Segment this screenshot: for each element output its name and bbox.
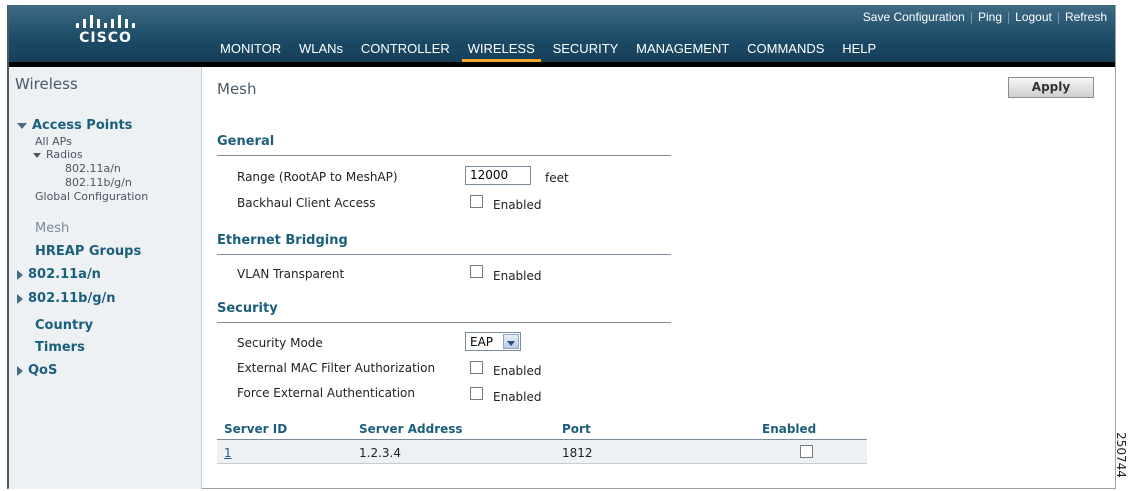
collapse-triangle-icon	[17, 293, 23, 304]
security-mode-select[interactable]: EAP	[465, 332, 521, 351]
server-id-link[interactable]: 1	[224, 446, 232, 460]
figure-id: 250744	[1113, 432, 1128, 478]
tab-management[interactable]: MANAGEMENT	[630, 38, 735, 62]
backhaul-client-access-checkbox[interactable]	[470, 195, 483, 208]
sidebar-item-radio-bg[interactable]: 802.11b/g/n	[65, 176, 132, 189]
sidebar-item-radio-a[interactable]: 802.11a/n	[65, 162, 121, 175]
tab-help[interactable]: HELP	[836, 38, 882, 62]
force-external-auth-label: Force External Authentication	[237, 386, 415, 400]
security-mode-label: Security Mode	[237, 336, 323, 350]
section-ethernet-bridging-title: Ethernet Bridging	[217, 233, 671, 255]
sidebar-item-qos[interactable]: QoS	[17, 363, 57, 378]
collapse-triangle-icon	[17, 269, 23, 280]
vlan-transparent-checkbox[interactable]	[470, 265, 483, 278]
utility-links: Save Configuration | Ping | Logout | Refresh	[862, 10, 1107, 24]
column-header-server-id: Server ID	[224, 422, 288, 436]
collapse-triangle-icon	[17, 365, 23, 376]
tab-wireless[interactable]: WIRELESS	[461, 38, 541, 62]
chevron-down-icon	[503, 334, 519, 349]
force-enabled-label: Enabled	[493, 390, 542, 404]
sidebar-item-80211bgn[interactable]: 802.11b/g/n	[17, 291, 116, 306]
apply-button[interactable]: Apply	[1008, 77, 1094, 98]
external-mac-filter-label: External MAC Filter Authorization	[237, 361, 436, 375]
sidebar-item-radios[interactable]: Radios	[33, 148, 83, 161]
tab-commands[interactable]: COMMANDS	[741, 38, 830, 62]
save-configuration-link[interactable]: Save Configuration	[863, 10, 965, 24]
logout-link[interactable]: Logout	[1015, 10, 1052, 24]
page-title: Mesh	[217, 80, 257, 98]
ping-link[interactable]: Ping	[978, 10, 1002, 24]
cisco-logo: CISCO	[9, 5, 202, 62]
sidebar-item-all-aps[interactable]: All APs	[35, 135, 72, 148]
server-enabled-checkbox[interactable]	[800, 445, 813, 458]
tab-security[interactable]: SECURITY	[547, 38, 625, 62]
logo-bars-icon	[9, 14, 202, 28]
tab-controller[interactable]: CONTROLLER	[355, 38, 456, 62]
range-input[interactable]: 12000	[465, 166, 531, 185]
server-port-cell: 1812	[562, 446, 593, 460]
sidebar-title: Wireless	[15, 75, 78, 93]
vlan-transparent-label: VLAN Transparent	[237, 267, 345, 281]
backhaul-enabled-label: Enabled	[493, 198, 542, 212]
vlan-enabled-label: Enabled	[493, 269, 542, 283]
sidebar-item-hreap-groups[interactable]: HREAP Groups	[35, 244, 141, 259]
tab-monitor[interactable]: MONITOR	[214, 38, 287, 62]
range-label: Range (RootAP to MeshAP)	[237, 170, 398, 184]
expand-triangle-icon	[33, 152, 41, 158]
main-nav: MONITOR WLANs CONTROLLER WIRELESS SECURI…	[214, 38, 884, 62]
backhaul-client-access-label: Backhaul Client Access	[237, 196, 376, 210]
range-unit: feet	[545, 171, 569, 185]
logo-text: CISCO	[79, 30, 132, 46]
sidebar: Wireless Access Points All APs Radios 80…	[9, 67, 202, 489]
force-external-auth-checkbox[interactable]	[470, 387, 483, 400]
app-window: CISCO Save Configuration | Ping | Logout | Ref…	[7, 5, 1116, 489]
mac-enabled-label: Enabled	[493, 364, 542, 378]
table-row: 1 1.2.3.4 1812	[217, 440, 867, 464]
refresh-link[interactable]: Refresh	[1065, 10, 1107, 24]
sidebar-item-country[interactable]: Country	[35, 318, 93, 333]
sidebar-item-access-points[interactable]: Access Points	[17, 118, 132, 133]
section-general-title: General	[217, 134, 671, 156]
sidebar-item-80211an[interactable]: 802.11a/n	[17, 267, 101, 282]
column-header-server-address: Server Address	[359, 422, 463, 436]
column-header-enabled: Enabled	[762, 422, 817, 436]
external-mac-filter-checkbox[interactable]	[470, 361, 483, 374]
header-bar: CISCO Save Configuration | Ping | Logout | Ref…	[9, 5, 1115, 62]
column-header-port: Port	[562, 422, 591, 436]
sidebar-item-mesh[interactable]: Mesh	[35, 221, 69, 236]
main-content: Mesh Apply General Range (RootAP to Mesh…	[203, 67, 1117, 489]
tab-wlans[interactable]: WLANs	[293, 38, 349, 62]
sidebar-item-global-configuration[interactable]: Global Configuration	[35, 190, 148, 203]
expand-triangle-icon	[17, 122, 27, 129]
server-address-cell: 1.2.3.4	[359, 446, 401, 460]
security-mode-value: EAP	[470, 335, 494, 349]
section-security-title: Security	[217, 301, 671, 323]
sidebar-item-timers[interactable]: Timers	[35, 340, 85, 355]
